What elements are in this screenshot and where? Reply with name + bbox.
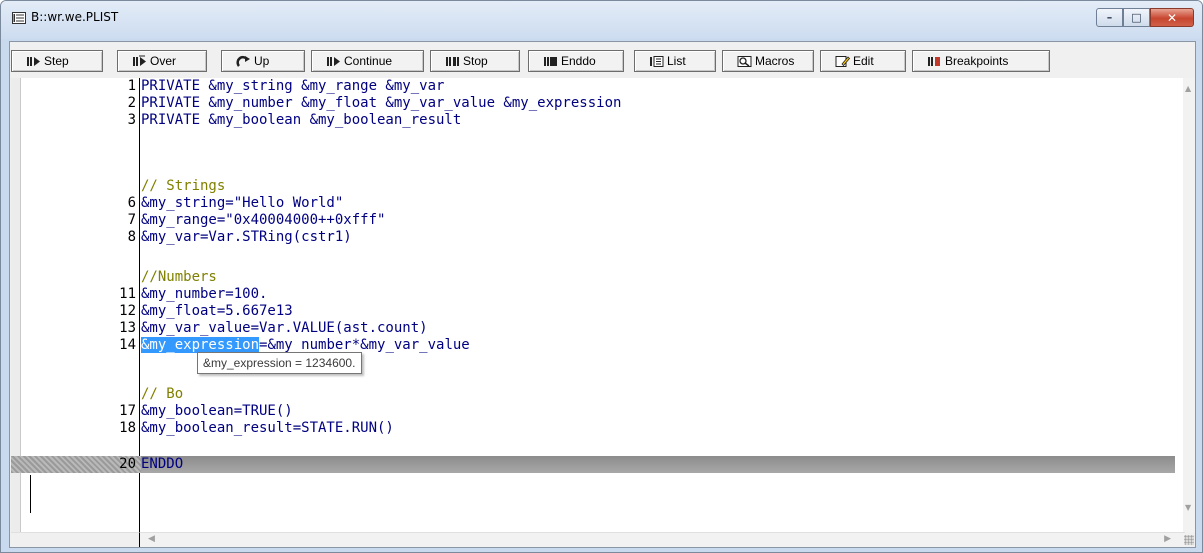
breakpoints-label: Breakpoints bbox=[945, 54, 1009, 68]
line-number: 3 bbox=[127, 112, 136, 128]
scroll-right-arrow-icon[interactable]: ▶ bbox=[1164, 534, 1171, 544]
line-number: 1 bbox=[127, 78, 136, 94]
comment-line[interactable]: // Bo bbox=[141, 386, 1185, 403]
code-line[interactable]: &my_float=5.667e13 bbox=[141, 303, 1185, 320]
toolbar: Step Over Up Continue Stop Enddo List Ma… bbox=[10, 42, 1195, 75]
up-button[interactable]: Up bbox=[221, 50, 305, 72]
edit-icon bbox=[835, 55, 850, 67]
minimize-icon: – bbox=[1106, 11, 1113, 24]
code-area[interactable]: PRIVATE &my_string &my_range &my_var PRI… bbox=[141, 78, 1185, 532]
vertical-scrollbar[interactable]: ▲ ▼ bbox=[1183, 78, 1195, 532]
window-title: B::wr.we.PLIST bbox=[31, 10, 119, 24]
macros-icon bbox=[737, 55, 752, 67]
enddo-button[interactable]: Enddo bbox=[528, 50, 624, 72]
continue-label: Continue bbox=[344, 54, 393, 68]
over-label: Over bbox=[150, 54, 177, 68]
over-button[interactable]: Over bbox=[117, 50, 207, 72]
maximize-icon: □ bbox=[1131, 11, 1142, 24]
edit-button[interactable]: Edit bbox=[820, 50, 906, 72]
up-label: Up bbox=[254, 54, 270, 68]
code-line[interactable]: &my_boolean=TRUE() bbox=[141, 403, 1185, 420]
hscroll-gutter-pad bbox=[11, 532, 140, 547]
scroll-left-arrow-icon[interactable]: ◀ bbox=[148, 534, 155, 544]
line-number: 18 bbox=[119, 420, 136, 436]
value-tooltip: &my_expression = 1234600. bbox=[197, 352, 363, 374]
code-line-rest: =&my_number*&my_var_value bbox=[259, 337, 470, 353]
line-number: 8 bbox=[127, 229, 136, 245]
step-icon bbox=[27, 56, 40, 66]
code-line[interactable]: &my_var_value=Var.VALUE(ast.count) bbox=[141, 320, 1185, 337]
line-number: 11 bbox=[119, 286, 136, 302]
code-line[interactable]: &my_range="0x40004000++0xfff" bbox=[141, 212, 1185, 229]
selected-text[interactable]: &my_expression bbox=[141, 337, 260, 353]
enddo-label: Enddo bbox=[561, 54, 596, 68]
scroll-up-arrow-icon[interactable]: ▲ bbox=[1185, 84, 1191, 93]
line-number: 14 bbox=[119, 337, 136, 353]
current-code-line[interactable]: ENDDO bbox=[141, 456, 1185, 473]
list-button[interactable]: List bbox=[634, 50, 716, 72]
list-icon bbox=[650, 55, 664, 67]
code-line[interactable]: &my_var=Var.STRing(cstr1) bbox=[141, 229, 1185, 246]
list-window-icon bbox=[12, 12, 26, 24]
line-number: 12 bbox=[119, 303, 136, 319]
code-line[interactable]: &my_number=100. bbox=[141, 286, 1185, 303]
close-button[interactable]: ✕ bbox=[1150, 8, 1194, 27]
plist-window: B::wr.we.PLIST – □ ✕ Step Over Up Contin… bbox=[0, 0, 1203, 553]
code-line[interactable]: &my_string="Hello World" bbox=[141, 195, 1185, 212]
step-up-icon bbox=[236, 55, 250, 67]
breakpoints-icon bbox=[928, 56, 940, 66]
text-cursor bbox=[30, 475, 31, 513]
comment-line[interactable]: // Strings bbox=[141, 178, 1185, 195]
step-over-icon bbox=[133, 55, 146, 66]
list-label: List bbox=[667, 54, 686, 68]
window-client-area: Step Over Up Continue Stop Enddo List Ma… bbox=[9, 41, 1196, 548]
breakpoints-button[interactable]: Breakpoints bbox=[912, 50, 1050, 72]
enddo-icon bbox=[544, 56, 557, 66]
continue-icon bbox=[327, 56, 340, 66]
continue-button[interactable]: Continue bbox=[311, 50, 424, 72]
title-bar[interactable]: B::wr.we.PLIST – □ ✕ bbox=[1, 1, 1202, 39]
code-line[interactable]: &my_boolean_result=STATE.RUN() bbox=[141, 420, 1185, 437]
macros-label: Macros bbox=[755, 54, 795, 68]
line-number: 17 bbox=[119, 403, 136, 419]
stop-icon bbox=[446, 56, 459, 66]
stop-label: Stop bbox=[463, 54, 488, 68]
program-listing[interactable]: 1 2 3 6 7 8 11 12 13 14 17 18 20 PRIVATE… bbox=[11, 78, 1185, 532]
edit-label: Edit bbox=[853, 54, 874, 68]
resize-grip-icon[interactable] bbox=[1184, 535, 1194, 545]
maximize-button[interactable]: □ bbox=[1123, 8, 1150, 27]
macros-button[interactable]: Macros bbox=[722, 50, 814, 72]
code-line[interactable]: PRIVATE &my_number &my_float &my_var_val… bbox=[141, 95, 1185, 112]
minimize-button[interactable]: – bbox=[1096, 8, 1123, 27]
scroll-down-arrow-icon[interactable]: ▼ bbox=[1185, 503, 1191, 512]
comment-line[interactable]: //Numbers bbox=[141, 269, 1185, 286]
line-number: 13 bbox=[119, 320, 136, 336]
line-number: 2 bbox=[127, 95, 136, 111]
step-label: Step bbox=[44, 54, 69, 68]
code-line[interactable]: PRIVATE &my_boolean &my_boolean_result bbox=[141, 112, 1185, 129]
window-controls: – □ ✕ bbox=[1096, 8, 1194, 27]
step-button[interactable]: Step bbox=[11, 50, 103, 72]
code-line[interactable]: PRIVATE &my_string &my_range &my_var bbox=[141, 78, 1185, 95]
horizontal-scrollbar[interactable]: ◀ ▶ bbox=[140, 532, 1185, 547]
close-icon: ✕ bbox=[1166, 10, 1178, 25]
stop-button[interactable]: Stop bbox=[430, 50, 520, 72]
line-number: 6 bbox=[127, 195, 136, 211]
line-number: 7 bbox=[127, 212, 136, 228]
line-number: 20 bbox=[119, 456, 136, 472]
